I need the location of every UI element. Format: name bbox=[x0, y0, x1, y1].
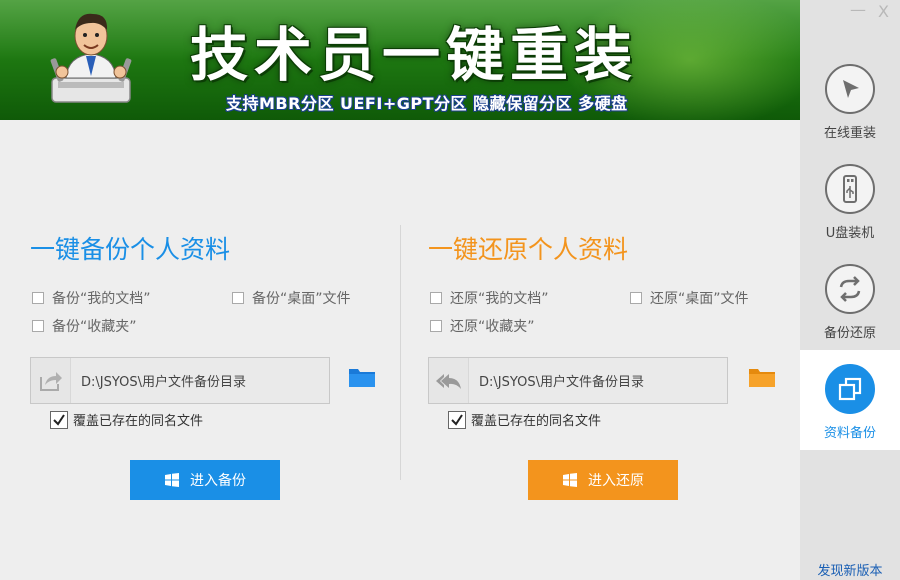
sidebar-item-label: U盘装机 bbox=[825, 226, 875, 241]
checkmark-icon bbox=[451, 413, 463, 426]
sidebar: — X 在线重装 U盘装机 备份还原 资料备份 发现新版本 bbox=[800, 0, 900, 580]
sync-icon bbox=[825, 264, 875, 314]
restore-favorites-option[interactable]: 还原“收藏夹” bbox=[430, 316, 535, 336]
folder-icon[interactable] bbox=[348, 365, 376, 389]
sidebar-item-label: 在线重装 bbox=[823, 126, 876, 141]
checkbox[interactable] bbox=[232, 292, 244, 304]
checkbox[interactable] bbox=[430, 320, 442, 332]
backup-path-text: D:\JSYOS\用户文件备份目录 bbox=[81, 375, 246, 390]
app-subtitle: 支持MBR分区 UEFI+GPT分区 隐藏保留分区 多硬盘 bbox=[226, 94, 628, 113]
share-arrow-icon bbox=[31, 358, 71, 403]
backup-panel: 一键备份个人资料 备份“我的文档” 备份“桌面”文件 备份“收藏夹” D:\JS… bbox=[30, 230, 400, 510]
checkbox[interactable] bbox=[32, 320, 44, 332]
restore-documents-option[interactable]: 还原“我的文档” bbox=[430, 288, 549, 308]
reply-all-icon bbox=[429, 358, 469, 403]
sidebar-item-backup-restore[interactable]: 备份还原 bbox=[800, 250, 900, 350]
option-label: 覆盖已存在的同名文件 bbox=[73, 414, 204, 429]
sidebar-item-label: 备份还原 bbox=[823, 326, 876, 341]
option-label: 备份“桌面”文件 bbox=[252, 291, 351, 307]
backup-documents-option[interactable]: 备份“我的文档” bbox=[32, 288, 151, 308]
usb-icon bbox=[825, 164, 875, 214]
restore-path-field[interactable]: D:\JSYOS\用户文件备份目录 bbox=[428, 357, 728, 404]
copy-icon bbox=[825, 364, 875, 414]
backup-overwrite-option[interactable]: 覆盖已存在的同名文件 bbox=[50, 410, 203, 429]
backup-path-field[interactable]: D:\JSYOS\用户文件备份目录 bbox=[30, 357, 330, 404]
checkbox-checked[interactable] bbox=[448, 410, 466, 429]
start-restore-button[interactable]: 进入还原 bbox=[528, 460, 678, 500]
cursor-icon bbox=[825, 64, 875, 114]
minimize-button[interactable]: — bbox=[850, 2, 866, 18]
checkmark-icon bbox=[53, 413, 65, 426]
start-backup-button[interactable]: 进入备份 bbox=[130, 460, 280, 500]
sidebar-item-label: 资料备份 bbox=[823, 426, 876, 441]
app-title: 技术员一键重装 bbox=[190, 21, 639, 89]
backup-title: 一键备份个人资料 bbox=[30, 235, 231, 264]
backup-desktop-option[interactable]: 备份“桌面”文件 bbox=[232, 288, 351, 308]
windows-logo-icon bbox=[563, 473, 577, 487]
new-version-link[interactable]: 发现新版本 bbox=[800, 560, 900, 579]
checkbox[interactable] bbox=[32, 292, 44, 304]
restore-title: 一键还原个人资料 bbox=[428, 235, 629, 264]
checkbox[interactable] bbox=[630, 292, 642, 304]
option-label: 覆盖已存在的同名文件 bbox=[471, 414, 602, 429]
option-label: 还原“我的文档” bbox=[450, 291, 549, 307]
backup-favorites-option[interactable]: 备份“收藏夹” bbox=[32, 316, 137, 336]
sidebar-item-usb-install[interactable]: U盘装机 bbox=[800, 150, 900, 250]
option-label: 备份“收藏夹” bbox=[52, 319, 137, 335]
sidebar-item-online-reinstall[interactable]: 在线重装 bbox=[800, 50, 900, 150]
sidebar-item-data-backup[interactable]: 资料备份 bbox=[800, 350, 900, 450]
panel-divider bbox=[400, 225, 401, 480]
button-label: 进入还原 bbox=[588, 473, 644, 489]
checkbox-checked[interactable] bbox=[50, 410, 68, 429]
restore-overwrite-option[interactable]: 覆盖已存在的同名文件 bbox=[448, 410, 601, 429]
windows-logo-icon bbox=[165, 473, 179, 487]
folder-icon[interactable] bbox=[748, 365, 776, 389]
restore-panel: 一键还原个人资料 还原“我的文档” 还原“桌面”文件 还原“收藏夹” D:\JS… bbox=[428, 230, 798, 510]
button-label: 进入备份 bbox=[190, 473, 246, 489]
header-banner: 技术员一键重装 支持MBR分区 UEFI+GPT分区 隐藏保留分区 多硬盘 bbox=[0, 0, 800, 120]
checkbox[interactable] bbox=[430, 292, 442, 304]
restore-desktop-option[interactable]: 还原“桌面”文件 bbox=[630, 288, 749, 308]
option-label: 备份“我的文档” bbox=[52, 291, 151, 307]
option-label: 还原“收藏夹” bbox=[450, 319, 535, 335]
close-button[interactable]: X bbox=[878, 4, 889, 20]
mascot-technician-image bbox=[50, 13, 132, 103]
option-label: 还原“桌面”文件 bbox=[650, 291, 749, 307]
restore-path-text: D:\JSYOS\用户文件备份目录 bbox=[479, 375, 644, 390]
